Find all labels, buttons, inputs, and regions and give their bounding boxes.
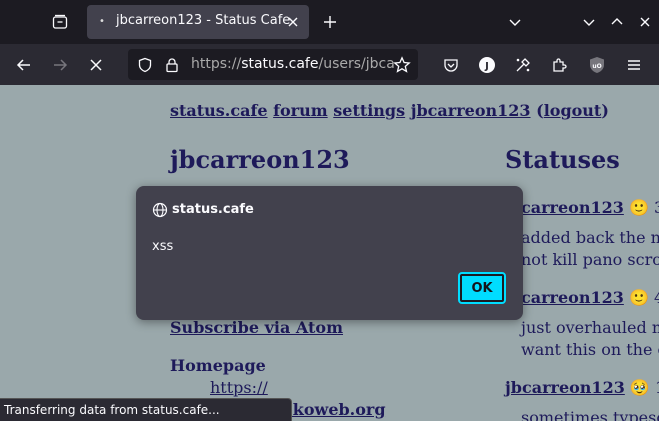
status-text-line: added back the no	[521, 228, 659, 247]
homepage-label: Homepage	[170, 356, 266, 375]
status-text-line: want this on the ot	[521, 340, 659, 359]
url-bar[interactable]: https://status.cafe/users/jbca	[128, 49, 418, 80]
stop-button[interactable]	[81, 50, 111, 80]
browser-status-panel: Transferring data from status.cafe...	[0, 398, 292, 421]
minimize-icon	[583, 19, 595, 26]
subscribe-atom-link[interactable]: Subscribe via Atom	[170, 318, 343, 337]
menu-button[interactable]	[619, 50, 649, 80]
dialog-origin: status.cafe	[172, 202, 254, 217]
shield-icon[interactable]	[136, 56, 154, 74]
status-time: 4 d	[654, 288, 659, 307]
puzzle-icon	[553, 58, 567, 72]
status-text-line: sometimes typescr	[521, 408, 659, 421]
lock-icon[interactable]	[163, 56, 181, 74]
star-icon	[393, 56, 411, 73]
tab-close-icon[interactable]	[285, 14, 301, 30]
user-heading: jbcarreon123	[170, 145, 350, 174]
nav-settings-link[interactable]: settings	[333, 101, 405, 120]
minimize-button[interactable]	[575, 8, 603, 36]
url-prefix: https://	[191, 56, 242, 72]
pocket-icon	[444, 59, 458, 72]
extensions-button[interactable]	[544, 50, 574, 80]
svg-text:uO: uO	[592, 63, 601, 70]
status-emoji: 🙂	[628, 288, 649, 307]
status-emoji: 🙂	[628, 198, 649, 217]
ublock-button[interactable]: uO	[582, 50, 612, 80]
extension-button-1[interactable]	[508, 50, 538, 80]
back-button[interactable]	[9, 50, 39, 80]
forward-button[interactable]	[45, 50, 75, 80]
status-text-line: not kill pano scrob	[521, 250, 659, 269]
color-picker-icon	[516, 58, 530, 72]
homepage-link[interactable]: https://	[210, 378, 268, 397]
loading-favicon-icon: •	[99, 16, 105, 27]
alert-dialog: status.cafe xss OK	[136, 186, 523, 320]
url-text[interactable]: https://status.cafe/users/jbca	[191, 56, 395, 72]
close-window-button[interactable]	[631, 8, 659, 36]
status-time: 3 d	[654, 198, 659, 217]
statuses-heading: Statuses	[505, 145, 620, 174]
status-user-link[interactable]: jbcarreon123	[505, 378, 625, 397]
status-user-link[interactable]: carreon123	[521, 288, 624, 307]
status-user-link[interactable]: carreon123	[521, 198, 624, 217]
ublock-shield-icon: uO	[590, 57, 604, 73]
chevron-down-icon	[509, 19, 521, 26]
status-emoji: 🥹	[629, 378, 650, 397]
maximize-icon	[611, 18, 623, 25]
site-nav: status.cafe forum settings jbcarreon123 …	[170, 101, 609, 120]
svg-text:J: J	[484, 61, 489, 72]
nav-user-link[interactable]: jbcarreon123	[411, 101, 531, 120]
nav-home-link[interactable]: status.cafe	[170, 101, 268, 120]
new-tab-button[interactable]	[316, 8, 344, 36]
status-text-line: just overhauled m	[521, 318, 659, 337]
status-panel-text: Transferring data from status.cafe...	[4, 403, 220, 417]
maximize-button[interactable]	[603, 8, 631, 36]
status-entry-header: carreon123 🙂 3 d	[521, 198, 659, 217]
url-path: /users/jbca	[318, 56, 395, 72]
navigation-toolbar: https://status.cafe/users/jbca J uO	[0, 44, 659, 85]
firefox-view-button[interactable]	[44, 6, 76, 38]
arrow-left-icon	[16, 59, 30, 71]
close-icon	[640, 17, 650, 27]
status-time: 14	[655, 378, 659, 397]
arrow-right-icon	[54, 59, 68, 71]
avatar-icon: J	[479, 57, 495, 73]
bookmark-button[interactable]	[387, 50, 417, 80]
nav-logout-link[interactable]: logout	[544, 101, 602, 120]
pocket-button[interactable]	[436, 50, 466, 80]
globe-icon	[152, 202, 168, 218]
status-entry-header: carreon123 🙂 4 d	[521, 288, 659, 307]
stop-icon	[90, 59, 102, 71]
hamburger-menu-icon	[628, 60, 640, 70]
ok-button[interactable]: OK	[458, 272, 506, 304]
tab-title: jbcarreon123 - Status Cafe	[116, 13, 291, 28]
list-all-tabs-button[interactable]	[501, 8, 529, 36]
plus-icon	[324, 16, 336, 28]
logout-wrapper: (logout)	[536, 101, 609, 120]
firefox-view-icon	[52, 14, 68, 29]
account-button[interactable]: J	[472, 50, 502, 80]
active-tab[interactable]: • jbcarreon123 - Status Cafe	[87, 5, 309, 39]
tab-bar: • jbcarreon123 - Status Cafe	[0, 0, 659, 44]
dialog-message: xss	[152, 239, 174, 254]
nav-forum-link[interactable]: forum	[273, 101, 328, 120]
url-host: status.cafe	[241, 56, 319, 72]
status-entry-header: jbcarreon123 🥹 14	[505, 378, 659, 397]
